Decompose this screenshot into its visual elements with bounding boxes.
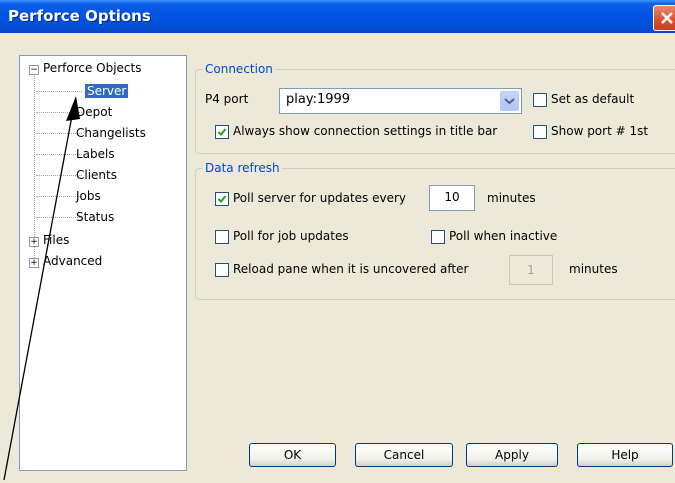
annotation-arrow bbox=[3, 96, 80, 481]
options-dialog: Perforce Options − Perforce Objects Serv… bbox=[0, 0, 675, 483]
